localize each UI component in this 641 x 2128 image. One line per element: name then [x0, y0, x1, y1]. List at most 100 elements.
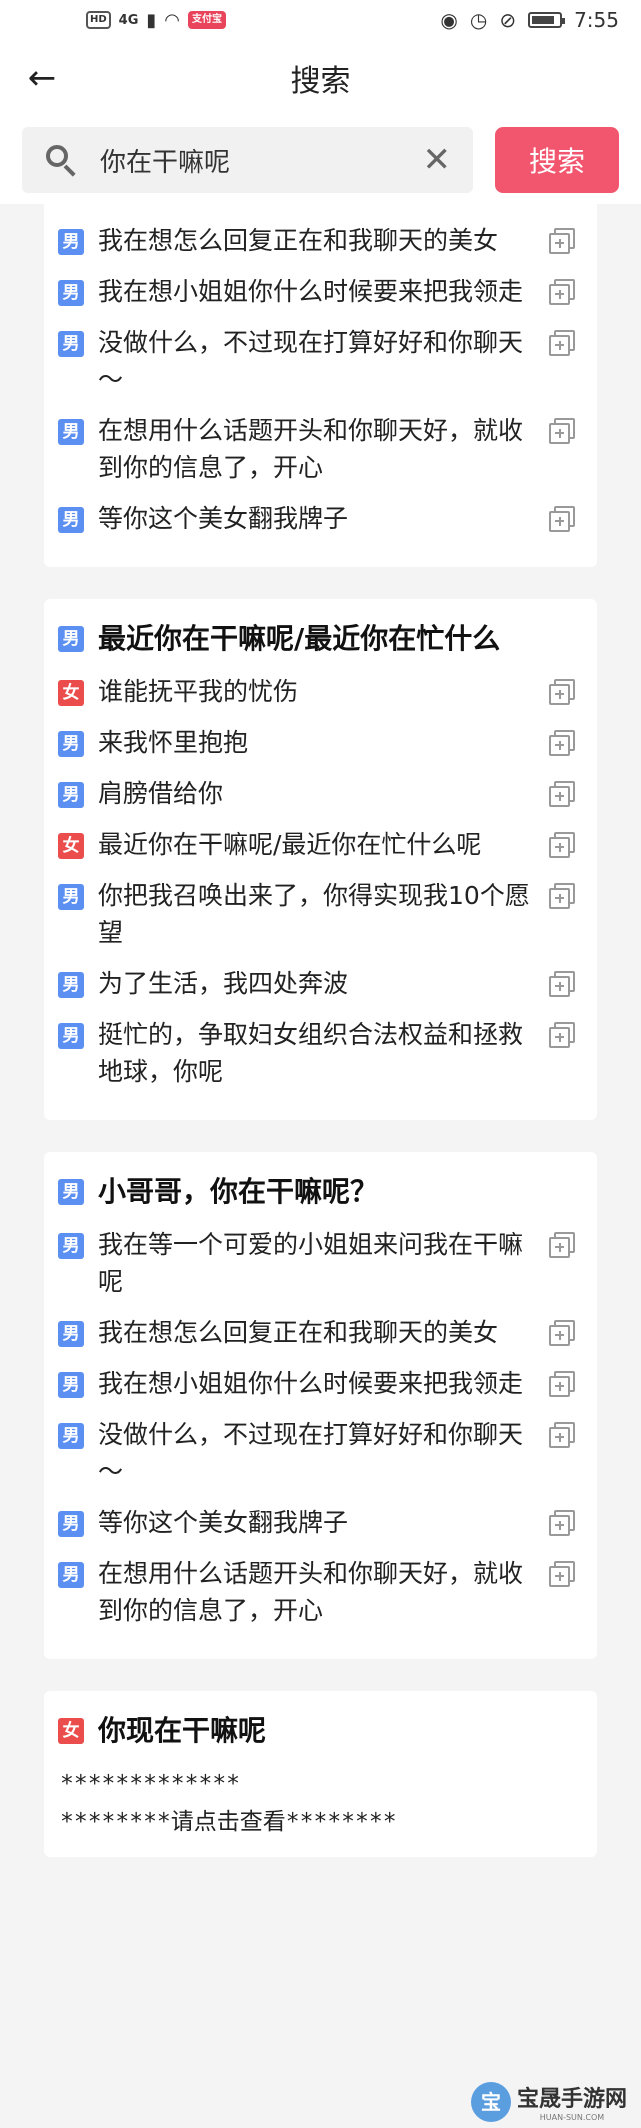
- search-value[interactable]: 你在干嘛呢: [100, 142, 423, 179]
- male-badge: 男: [58, 229, 84, 255]
- male-badge: 男: [58, 280, 84, 306]
- reply-row[interactable]: 男我在想怎么回复正在和我聊天的美女: [58, 1314, 575, 1351]
- reply-row[interactable]: 男我在想怎么回复正在和我聊天的美女: [58, 222, 575, 259]
- card-title: 女你现在干嘛呢: [58, 1711, 575, 1751]
- male-badge: 男: [58, 331, 84, 357]
- reply-row[interactable]: 男为了生活，我四处奔波: [58, 965, 575, 1002]
- reply-text: 在想用什么话题开头和你聊天好，就收到你的信息了，开心: [98, 1559, 524, 1625]
- results-list: 男我在想怎么回复正在和我聊天的美女男我在想小姐姐你什么时候要来把我领走男没做什么…: [0, 204, 641, 1857]
- reply-text: 来我怀里抱抱: [98, 728, 249, 757]
- copy-icon[interactable]: [549, 418, 575, 444]
- reply-text: 你把我召唤出来了，你得实现我10个愿望: [98, 881, 530, 947]
- female-badge: 女: [58, 1718, 84, 1744]
- reply-row[interactable]: 男我在想小姐姐你什么时候要来把我领走: [58, 273, 575, 310]
- card-title: 男最近你在干嘛呢/最近你在忙什么: [58, 619, 575, 659]
- battery-icon: [528, 12, 566, 28]
- reply-text: 谁能抚平我的忧伤: [98, 677, 299, 706]
- back-arrow-icon[interactable]: ←: [22, 58, 62, 98]
- reply-text: 等你这个美女翻我牌子: [98, 504, 349, 533]
- masked-text: *************: [60, 1771, 241, 1797]
- reply-row[interactable]: 男来我怀里抱抱: [58, 724, 575, 761]
- copy-icon[interactable]: [549, 228, 575, 254]
- clock: 7:55: [574, 8, 619, 32]
- reply-row[interactable]: 男肩膀借给你: [58, 775, 575, 812]
- reply-row[interactable]: 女最近你在干嘛呢/最近你在忙什么呢: [58, 826, 575, 863]
- search-button[interactable]: 搜索: [495, 127, 619, 193]
- copy-icon[interactable]: [549, 730, 575, 756]
- reply-text: 挺忙的，争取妇女组织合法权益和拯救地球，你呢: [98, 1020, 524, 1086]
- alipay-indicator: 支付宝: [188, 11, 227, 29]
- hd-indicator: HD: [86, 11, 111, 29]
- reply-row[interactable]: 男没做什么，不过现在打算好好和你聊天～: [58, 324, 575, 398]
- reply-text: 等你这个美女翻我牌子: [98, 1508, 349, 1537]
- signal-icon: ▮: [146, 9, 157, 31]
- card-title-text: 你现在干嘛呢: [98, 1714, 267, 1747]
- alarm-icon: ◷: [469, 8, 488, 32]
- male-badge: 男: [58, 731, 84, 757]
- result-card: 男小哥哥，你在干嘛呢？男我在等一个可爱的小姐姐来问我在干嘛呢男我在想怎么回复正在…: [44, 1152, 597, 1659]
- reply-text: 我在想怎么回复正在和我聊天的美女: [98, 226, 499, 255]
- reply-text: 我在想小姐姐你什么时候要来把我领走: [98, 1369, 524, 1398]
- reply-text: 在想用什么话题开头和你聊天好，就收到你的信息了，开心: [98, 416, 524, 482]
- reply-row[interactable]: 男在想用什么话题开头和你聊天好，就收到你的信息了，开心: [58, 1555, 575, 1629]
- close-icon[interactable]: ✕: [423, 143, 452, 177]
- nav-bar: ← 搜索: [0, 40, 641, 116]
- reply-row[interactable]: 男我在等一个可爱的小姐姐来问我在干嘛呢: [58, 1226, 575, 1300]
- copy-icon[interactable]: [549, 1510, 575, 1536]
- copy-icon[interactable]: [549, 781, 575, 807]
- card-title: 男小哥哥，你在干嘛呢？: [58, 1172, 575, 1212]
- male-badge: 男: [58, 1511, 84, 1537]
- copy-icon[interactable]: [549, 1371, 575, 1397]
- search-icon: [44, 143, 78, 177]
- copy-icon[interactable]: [549, 1320, 575, 1346]
- reply-row[interactable]: 男我在想小姐姐你什么时候要来把我领走: [58, 1365, 575, 1402]
- page-title: 搜索: [290, 64, 351, 99]
- male-badge: 男: [58, 782, 84, 808]
- male-badge: 男: [58, 1423, 84, 1449]
- status-left: HD 4G ▮ ◠ 支付宝: [86, 9, 227, 31]
- copy-icon[interactable]: [549, 330, 575, 356]
- reply-row[interactable]: 男在想用什么话题开头和你聊天好，就收到你的信息了，开心: [58, 412, 575, 486]
- copy-icon[interactable]: [549, 1022, 575, 1048]
- male-badge: 男: [58, 1562, 84, 1588]
- reply-row[interactable]: 男挺忙的，争取妇女组织合法权益和拯救地球，你呢: [58, 1016, 575, 1090]
- reply-row[interactable]: 男等你这个美女翻我牌子: [58, 1504, 575, 1541]
- copy-icon[interactable]: [549, 971, 575, 997]
- copy-icon[interactable]: [549, 883, 575, 909]
- click-to-view-link[interactable]: ********请点击查看********: [58, 1803, 575, 1841]
- search-input[interactable]: 你在干嘛呢 ✕: [22, 127, 473, 193]
- status-right: ◉ ◷ ⊘ 7:55: [440, 8, 619, 32]
- reply-text: 肩膀借给你: [98, 779, 224, 808]
- reply-text: 我在等一个可爱的小姐姐来问我在干嘛呢: [98, 1230, 524, 1296]
- male-badge: 男: [58, 507, 84, 533]
- status-bar: HD 4G ▮ ◠ 支付宝 ◉ ◷ ⊘ 7:55: [0, 0, 641, 40]
- copy-icon[interactable]: [549, 832, 575, 858]
- female-badge: 女: [58, 680, 84, 706]
- male-badge: 男: [58, 626, 84, 652]
- copy-icon[interactable]: [549, 279, 575, 305]
- reply-row[interactable]: 男等你这个美女翻我牌子: [58, 500, 575, 537]
- female-badge: 女: [58, 833, 84, 859]
- reply-row[interactable]: 男没做什么，不过现在打算好好和你聊天～: [58, 1416, 575, 1490]
- eye-icon: ◉: [440, 8, 458, 32]
- reply-text: 最近你在干嘛呢/最近你在忙什么呢: [98, 830, 482, 859]
- watermark-logo: 宝: [470, 2081, 511, 2122]
- copy-icon[interactable]: [549, 679, 575, 705]
- male-badge: 男: [58, 1179, 84, 1205]
- watermark-sub: HUAN-SUN.COM: [539, 2113, 605, 2122]
- reply-text: 我在想怎么回复正在和我聊天的美女: [98, 1318, 499, 1347]
- copy-icon[interactable]: [549, 1422, 575, 1448]
- reply-row[interactable]: 女谁能抚平我的忧伤: [58, 673, 575, 710]
- male-badge: 男: [58, 1233, 84, 1259]
- result-card: 女你现在干嘛呢 ************* ********请点击查看*******…: [44, 1691, 597, 1857]
- reply-text: 我在想小姐姐你什么时候要来把我领走: [98, 277, 524, 306]
- reply-text: 没做什么，不过现在打算好好和你聊天～: [98, 1420, 524, 1486]
- reply-row[interactable]: 男你把我召唤出来了，你得实现我10个愿望: [58, 877, 575, 951]
- network-indicator: 4G: [118, 12, 139, 28]
- card-title-text: 最近你在干嘛呢/最近你在忙什么: [98, 622, 501, 655]
- copy-icon[interactable]: [549, 1561, 575, 1587]
- copy-icon[interactable]: [549, 506, 575, 532]
- copy-icon[interactable]: [549, 1232, 575, 1258]
- result-card: 男最近你在干嘛呢/最近你在忙什么女谁能抚平我的忧伤男来我怀里抱抱男肩膀借给你女最…: [44, 599, 597, 1120]
- male-badge: 男: [58, 1372, 84, 1398]
